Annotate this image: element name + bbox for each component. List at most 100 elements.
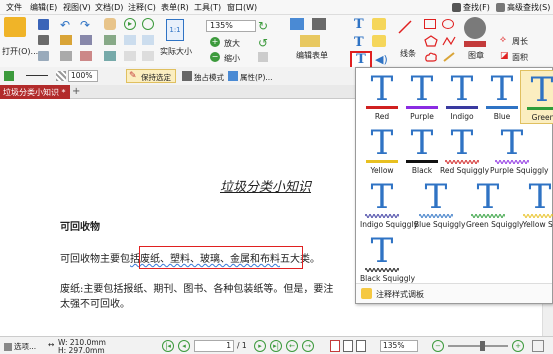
snapshot-icon[interactable]: [104, 51, 116, 61]
page-number-input[interactable]: 1: [194, 340, 234, 352]
redo-icon[interactable]: ↷: [80, 18, 90, 32]
area-label[interactable]: 面积: [512, 52, 528, 63]
last-page-icon[interactable]: ▸|: [270, 340, 282, 352]
menu-tools[interactable]: 工具(T): [194, 2, 221, 13]
exclusive-mode-icon[interactable]: [182, 71, 192, 81]
note-icon[interactable]: [372, 18, 386, 30]
undo-icon[interactable]: ↶: [60, 18, 70, 32]
hand-tool-icon[interactable]: [104, 18, 116, 30]
single-page-icon[interactable]: [330, 340, 340, 352]
fit-page-icon[interactable]: [124, 51, 136, 61]
rectangle-icon[interactable]: [424, 19, 436, 29]
zoom-in-icon[interactable]: +: [210, 37, 220, 47]
area-icon[interactable]: ◪: [500, 51, 509, 61]
stamp-icon[interactable]: [464, 17, 486, 39]
cut-icon[interactable]: [60, 35, 72, 45]
ellipse-icon[interactable]: [442, 19, 454, 29]
marquee-zoom-icon[interactable]: [142, 18, 154, 30]
rotate-left-icon[interactable]: ↺: [258, 36, 268, 50]
textbox-icon[interactable]: T: [354, 35, 364, 50]
perimeter-icon[interactable]: ⟡: [500, 35, 506, 45]
zoom-slider[interactable]: [448, 345, 508, 347]
menu-form[interactable]: 表单(R): [161, 2, 189, 13]
swatch-black-squiggly[interactable]: T Black Squiggly: [360, 232, 415, 286]
menu-view[interactable]: 视图(V): [63, 2, 91, 13]
line-tool-icon[interactable]: [397, 19, 413, 35]
options-button[interactable]: 选项...: [4, 341, 36, 352]
swatch-indigo-squiggly[interactable]: T Indigo Squiggly: [360, 178, 418, 232]
properties-label[interactable]: 属性(P)...: [240, 72, 273, 83]
swatch-green-squiggly[interactable]: T Green Squiggly: [466, 178, 524, 232]
cloud-icon[interactable]: [424, 51, 438, 63]
menu-window[interactable]: 窗口(W): [227, 2, 257, 13]
forward-icon[interactable]: →: [302, 340, 314, 352]
find-button[interactable]: 查找(F): [452, 2, 490, 13]
sound-icon[interactable]: ◀): [375, 53, 388, 66]
document-tab[interactable]: 垃圾分类小知识 *: [0, 85, 70, 99]
callout-icon[interactable]: [372, 35, 386, 47]
delete-icon[interactable]: [80, 51, 92, 61]
status-zoom-select[interactable]: 135%: [380, 340, 418, 352]
copy-icon[interactable]: [80, 35, 92, 45]
zoom-tool-icon[interactable]: [124, 35, 136, 45]
form-field-icon[interactable]: [312, 18, 326, 30]
line-label[interactable]: 线条: [400, 48, 416, 59]
exclusive-mode-label[interactable]: 独占模式: [194, 72, 224, 83]
palette-footer[interactable]: 注释样式调板: [356, 283, 552, 303]
fill-color-icon[interactable]: [4, 71, 14, 81]
prev-page-icon[interactable]: ◂: [178, 340, 190, 352]
actual-size-label[interactable]: 实际大小: [160, 46, 192, 57]
back-icon[interactable]: ←: [286, 340, 298, 352]
menu-document[interactable]: 文档(D): [95, 2, 123, 13]
rotate-right-icon[interactable]: ↻: [258, 19, 268, 33]
opacity-icon[interactable]: [56, 71, 66, 81]
paste-icon[interactable]: [60, 51, 72, 61]
loupe-icon[interactable]: [142, 35, 154, 45]
open-folder-icon[interactable]: [4, 17, 26, 37]
line-style-icon[interactable]: [26, 75, 48, 76]
swatch-yellow[interactable]: T Yellow: [360, 124, 404, 178]
menu-file[interactable]: 文件: [6, 2, 22, 13]
perimeter-label[interactable]: 周长: [512, 36, 528, 47]
swatch-purple[interactable]: T Purple: [400, 70, 444, 124]
email-icon[interactable]: [38, 51, 49, 61]
keep-selected-button[interactable]: ✎ 保持选定: [126, 69, 176, 83]
continuous-icon[interactable]: [343, 340, 353, 352]
page-layout-icon[interactable]: [258, 52, 268, 62]
swatch-black[interactable]: T Black: [400, 124, 444, 178]
next-page-icon[interactable]: ▸: [254, 340, 266, 352]
actual-size-icon[interactable]: 1:1: [166, 19, 184, 41]
swatch-blue[interactable]: T Blue: [480, 70, 524, 124]
zoom-in-label[interactable]: 放大: [224, 38, 240, 49]
advanced-find-button[interactable]: 高级查找(S): [496, 2, 550, 13]
page-nav-icon[interactable]: ▸: [124, 18, 136, 30]
status-zoom-in-icon[interactable]: +: [512, 340, 524, 352]
stamp-label[interactable]: 图章: [468, 50, 484, 61]
form-icon[interactable]: [290, 18, 304, 30]
swatch-indigo[interactable]: T Indigo: [440, 70, 484, 124]
swatch-green[interactable]: T Green: [520, 70, 553, 124]
select-text-icon[interactable]: [104, 35, 116, 45]
edit-form-label[interactable]: 编辑表单: [296, 50, 328, 61]
swatch-red[interactable]: T Red: [360, 70, 404, 124]
zoom-out-label[interactable]: 缩小: [224, 53, 240, 64]
zoom-select[interactable]: 135%: [206, 20, 256, 32]
typewriter-icon[interactable]: T: [354, 17, 364, 32]
add-tab-icon[interactable]: +: [72, 86, 80, 97]
edit-form-icon[interactable]: [300, 35, 320, 47]
swatch-red-squiggly[interactable]: T Red Squiggly: [440, 124, 489, 178]
pencil-icon[interactable]: [442, 51, 456, 63]
save-icon[interactable]: [38, 19, 49, 30]
menu-comment[interactable]: 注释(C): [128, 2, 156, 13]
menu-edit[interactable]: 编辑(E): [30, 2, 57, 13]
status-zoom-out-icon[interactable]: −: [432, 340, 444, 352]
first-page-icon[interactable]: |◂: [162, 340, 174, 352]
swatch-purple-squiggly[interactable]: T Purple Squiggly: [490, 124, 548, 178]
swatch-blue-squiggly[interactable]: T Blue Squiggly: [414, 178, 465, 232]
facing-icon[interactable]: [356, 340, 366, 352]
zoom-slider-thumb[interactable]: [480, 341, 485, 351]
polygon-icon[interactable]: [424, 35, 438, 47]
open-button-label[interactable]: 打开(O)...: [2, 46, 38, 57]
zoom-out-icon[interactable]: −: [210, 52, 220, 62]
opacity-select[interactable]: 100%: [68, 70, 98, 82]
